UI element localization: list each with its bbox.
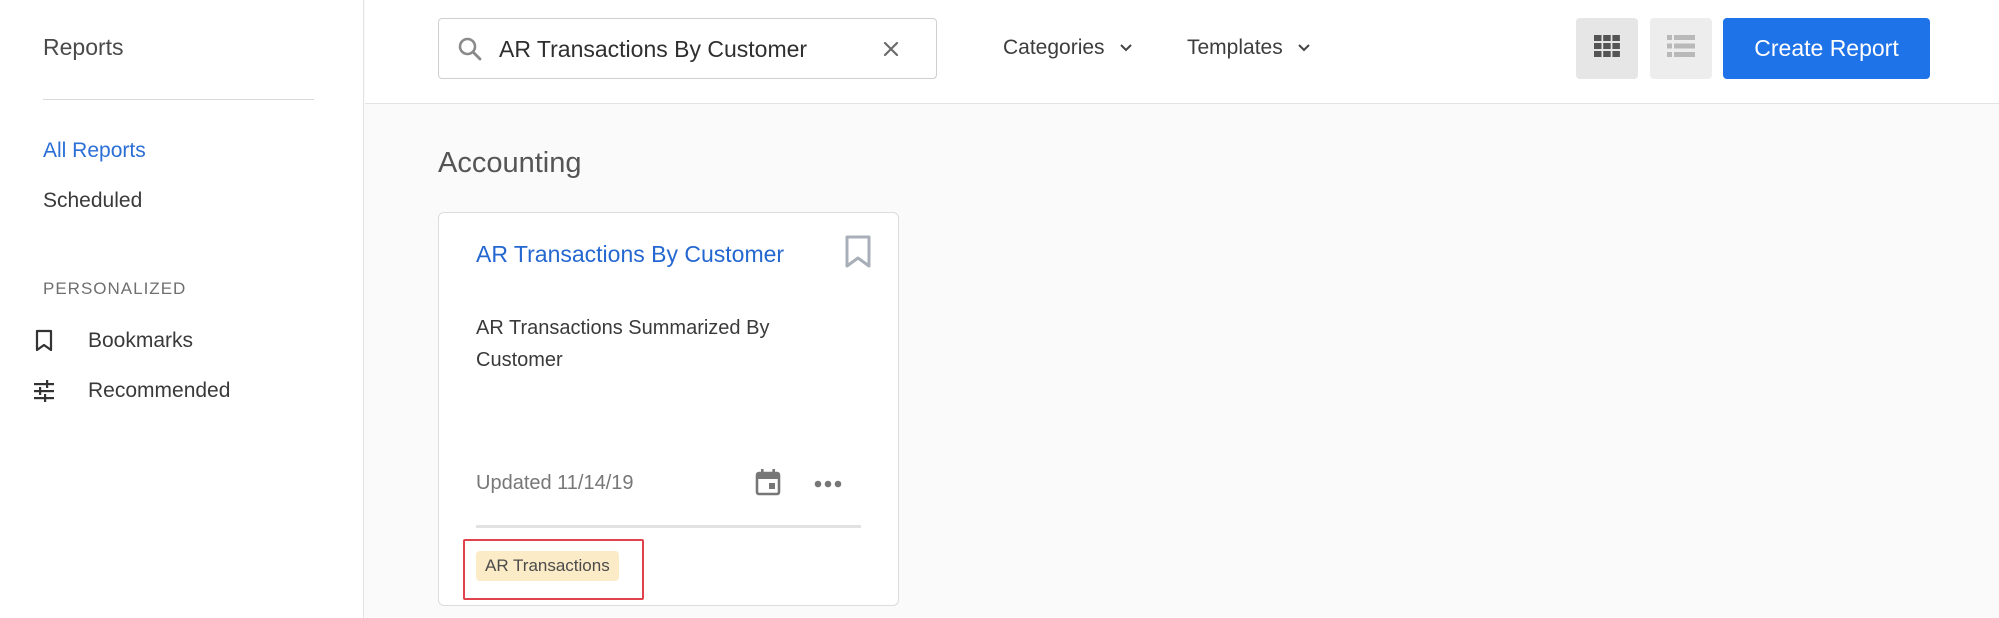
sidebar-section-label: PERSONALIZED: [43, 279, 187, 298]
report-card-title[interactable]: AR Transactions By Customer: [476, 241, 784, 268]
templates-label: Templates: [1187, 36, 1283, 59]
report-card-updated: Updated 11/14/19: [476, 472, 634, 494]
categories-dropdown[interactable]: Categories: [1003, 36, 1133, 60]
tune-icon: [30, 377, 58, 405]
sidebar-item-label: Bookmarks: [88, 329, 194, 352]
sidebar-title: Reports: [43, 34, 124, 60]
search-box: [438, 18, 937, 79]
sidebar-link-all-reports[interactable]: All Reports: [43, 139, 146, 163]
search-input[interactable]: [499, 31, 879, 67]
sidebar-item-recommended[interactable]: Recommended: [30, 376, 230, 406]
top-bar: Categories Templates Create Report: [365, 0, 1999, 104]
report-card-description: AR Transactions Summarized By Customer: [476, 317, 770, 371]
search-icon: [457, 36, 483, 67]
list-view-icon: [1667, 35, 1695, 62]
bookmark-icon[interactable]: [844, 235, 872, 274]
calendar-icon[interactable]: [755, 468, 781, 501]
list-view-button[interactable]: [1650, 18, 1712, 79]
sidebar-item-bookmarks[interactable]: Bookmarks: [30, 326, 193, 356]
chevron-down-icon: [1297, 43, 1311, 53]
create-report-button[interactable]: Create Report: [1723, 18, 1930, 79]
report-tag[interactable]: AR Transactions: [476, 551, 619, 581]
grid-view-icon: [1594, 35, 1620, 62]
sidebar-link-scheduled[interactable]: Scheduled: [43, 189, 142, 213]
report-card: AR Transactions By Customer AR Transacti…: [438, 212, 899, 606]
chevron-down-icon: [1119, 43, 1133, 53]
grid-view-button[interactable]: [1576, 18, 1638, 79]
section-title: Accounting: [438, 147, 582, 179]
templates-dropdown[interactable]: Templates: [1187, 36, 1311, 60]
sidebar: Reports All Reports Scheduled PERSONALIZ…: [0, 0, 364, 618]
sidebar-divider: [43, 99, 314, 100]
categories-label: Categories: [1003, 36, 1105, 59]
more-options-icon[interactable]: [814, 475, 842, 493]
bookmark-icon: [30, 327, 58, 355]
clear-search-icon[interactable]: [879, 37, 903, 61]
card-divider: [476, 525, 861, 528]
sidebar-item-label: Recommended: [88, 379, 231, 402]
